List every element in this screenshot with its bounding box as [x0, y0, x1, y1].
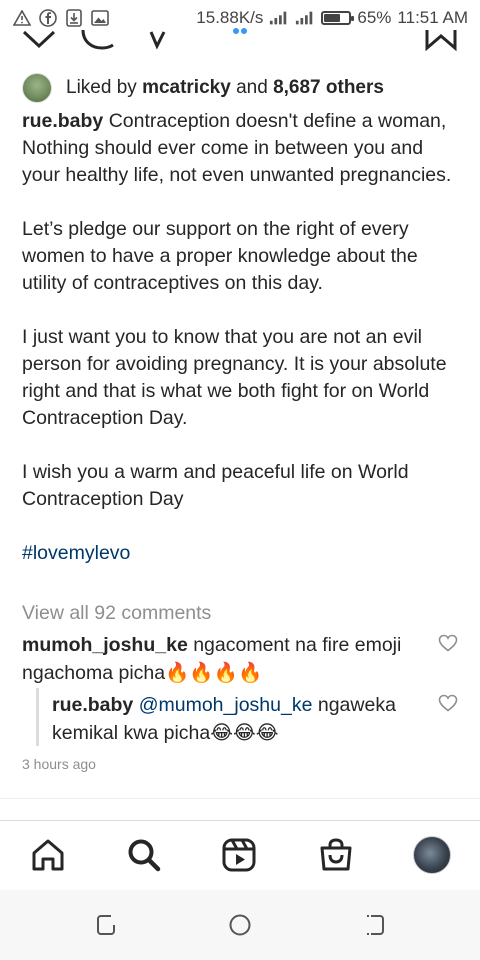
- home-tab[interactable]: [28, 835, 68, 875]
- view-all-comments-link[interactable]: View all 92 comments: [22, 602, 211, 625]
- back-system-button[interactable]: [362, 912, 388, 938]
- caption-username[interactable]: rue.baby: [22, 110, 103, 132]
- profile-tab[interactable]: [412, 835, 452, 875]
- clock: 11:51 AM: [397, 8, 468, 27]
- bottom-nav: [0, 820, 480, 890]
- reels-icon: [222, 838, 256, 872]
- comment-item: mumoh_joshu_ke ngacoment na fire emoji n…: [22, 631, 422, 687]
- alert-icon: [12, 8, 32, 28]
- system-navigation-bar: [0, 890, 480, 960]
- signal-icon: [269, 8, 289, 28]
- save-icon[interactable]: [424, 28, 458, 52]
- comment-username[interactable]: mumoh_joshu_ke: [22, 634, 188, 656]
- divider: [0, 798, 480, 799]
- reply-mention[interactable]: @mumoh_joshu_ke: [139, 694, 313, 716]
- liker-username[interactable]: mcatricky: [142, 77, 231, 99]
- status-right-icons: 15.88K/s 65% 11:51 AM: [196, 8, 468, 28]
- caption-paragraph-3: I just want you to know that you are not…: [22, 326, 447, 429]
- facebook-icon: [38, 8, 58, 28]
- recents-button[interactable]: [94, 912, 120, 938]
- post-timestamp: 3 hours ago: [22, 756, 96, 772]
- recents-icon: [97, 915, 115, 935]
- home-system-button[interactable]: [227, 912, 253, 938]
- battery-icon: [321, 11, 355, 25]
- reels-tab[interactable]: [219, 835, 259, 875]
- caption-paragraph-1: rue.baby Contraception doesn't define a …: [22, 108, 462, 189]
- post-caption: rue.baby Contraception doesn't define a …: [22, 108, 462, 567]
- image-icon: [90, 8, 110, 28]
- signal-2-icon: [295, 8, 315, 28]
- reply-username[interactable]: rue.baby: [52, 694, 133, 716]
- search-tab[interactable]: [124, 835, 164, 875]
- back-icon: [367, 915, 384, 935]
- likes-row[interactable]: Liked by mcatricky and 8,687 others: [22, 72, 384, 104]
- post-action-row: [0, 28, 480, 52]
- download-icon: [64, 8, 84, 28]
- caption-paragraph-2: Let’s pledge our support on the right of…: [22, 218, 418, 294]
- battery-fill: [324, 14, 341, 22]
- home-circle-icon: [229, 914, 251, 936]
- carousel-indicator-icon: [233, 28, 247, 34]
- reply-like-heart-icon[interactable]: [438, 694, 458, 712]
- shop-tab[interactable]: [316, 835, 356, 875]
- shop-icon: [320, 838, 352, 871]
- likes-count[interactable]: 8,687 others: [273, 77, 384, 99]
- liker-avatar[interactable]: [22, 73, 52, 103]
- home-icon: [32, 839, 64, 871]
- comment-icon[interactable]: [80, 28, 116, 52]
- search-icon: [128, 839, 161, 872]
- reply-thread-line: [36, 688, 39, 746]
- like-icon[interactable]: [22, 28, 56, 52]
- hashtag-link[interactable]: #lovemylevo: [22, 540, 462, 567]
- caption-paragraph-4: I wish you a warm and peaceful life on W…: [22, 461, 409, 510]
- likes-prefix: Liked by: [66, 77, 137, 98]
- likes-middle: and: [236, 77, 268, 98]
- comment-like-heart-icon[interactable]: [438, 634, 458, 652]
- battery-percent: 65%: [357, 8, 392, 27]
- network-speed: 15.88K/s: [196, 8, 264, 27]
- status-left-icons: [12, 8, 110, 28]
- share-icon[interactable]: [148, 28, 168, 52]
- reply-item: rue.baby @mumoh_joshu_ke ngaweka kemikal…: [52, 691, 422, 747]
- profile-avatar: [413, 836, 451, 874]
